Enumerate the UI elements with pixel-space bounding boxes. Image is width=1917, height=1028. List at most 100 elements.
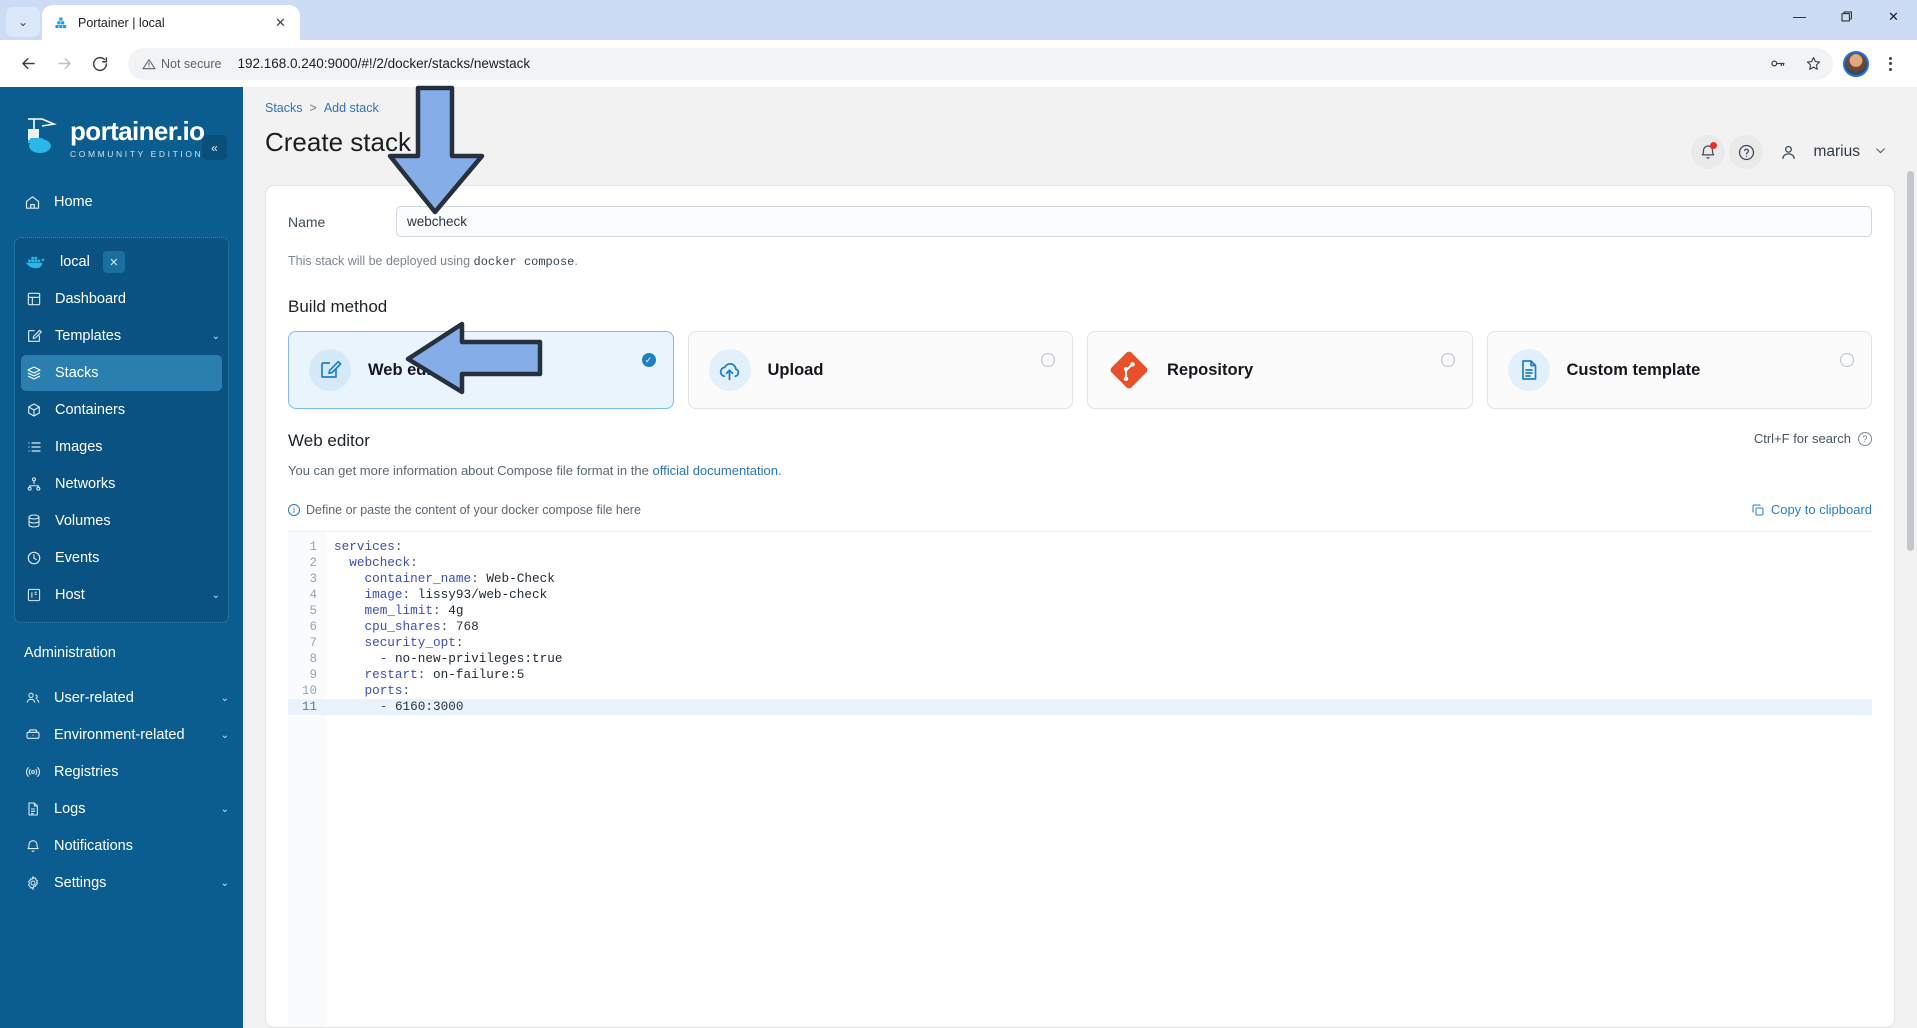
portainer-app: portainer.io COMMUNITY EDITION « Home lo… xyxy=(0,87,1917,1028)
chevron-down-icon[interactable]: ⌄ xyxy=(221,878,229,889)
sidebar-item-environment-related[interactable]: Environment-related ⌄ xyxy=(0,717,243,753)
chevron-down-icon[interactable]: ⌄ xyxy=(212,331,220,342)
security-status[interactable]: Not secure xyxy=(142,57,221,71)
browser-window: ⌄ Portainer | local ✕ — ✕ Not secure 192… xyxy=(0,0,1917,1028)
sidebar-item-label: Registries xyxy=(54,764,119,780)
breadcrumb-parent[interactable]: Stacks xyxy=(265,101,303,115)
build-method-radio[interactable] xyxy=(1041,353,1055,367)
code-line: image: lissy93/web-check xyxy=(364,587,548,602)
sidebar-item-label: Events xyxy=(55,550,100,566)
sidebar-item-dashboard[interactable]: Dashboard xyxy=(15,281,228,317)
code-line: container_name: Web-Check xyxy=(364,571,555,586)
browser-menu-icon[interactable] xyxy=(1875,49,1905,79)
window-close-icon[interactable]: ✕ xyxy=(1870,0,1917,33)
copy-to-clipboard-button[interactable]: Copy to clipboard xyxy=(1751,502,1872,517)
browser-tab[interactable]: Portainer | local ✕ xyxy=(42,5,300,40)
sidebar-item-label: Containers xyxy=(55,402,126,418)
code-editor[interactable]: 1 2 3 4 5 6 7 8 9 10 11 services: webche… xyxy=(288,531,1872,1027)
admin-section-title: Administration xyxy=(24,645,116,661)
line-number: 5 xyxy=(309,604,317,618)
cloud-upload-icon xyxy=(708,349,751,391)
sidebar-item-label: Dashboard xyxy=(55,291,126,307)
sidebar-item-images[interactable]: Images xyxy=(15,429,228,465)
refresh-icon[interactable] xyxy=(421,134,438,151)
sidebar-item-templates[interactable]: Templates ⌄ xyxy=(15,318,228,354)
sidebar-item-events[interactable]: Events xyxy=(15,540,228,576)
sidebar-item-host[interactable]: Host ⌄ xyxy=(15,577,228,613)
environment-close-icon[interactable]: ✕ xyxy=(102,251,125,273)
code-lines[interactable]: services: webcheck: container_name: Web-… xyxy=(326,532,1872,1027)
pencil-square-icon xyxy=(309,349,351,391)
back-icon[interactable] xyxy=(12,48,44,80)
code-line: security_opt: xyxy=(364,635,464,650)
profile-avatar[interactable] xyxy=(1843,50,1869,77)
sidebar-item-registries[interactable]: Registries xyxy=(0,754,243,790)
code-line: - no-new-privileges:true xyxy=(379,651,563,666)
web-editor-description: You can get more information about Compo… xyxy=(288,463,1872,478)
content-scrollbar[interactable] xyxy=(1907,171,1914,551)
notification-bell-icon[interactable] xyxy=(1691,135,1726,169)
build-method-radio-selected[interactable]: ✓ xyxy=(641,353,656,367)
question-icon[interactable]: ? xyxy=(1858,431,1872,446)
minimize-icon[interactable]: — xyxy=(1776,0,1823,33)
code-line: restart: on-failure:5 xyxy=(364,667,525,682)
environment-header[interactable]: local ✕ xyxy=(15,244,228,280)
sidebar-collapse-button[interactable]: « xyxy=(202,135,227,160)
volumes-icon xyxy=(25,513,42,530)
sidebar-item-label: Logs xyxy=(54,801,86,817)
forward-icon[interactable] xyxy=(48,48,80,80)
line-number: 4 xyxy=(309,588,317,602)
help-icon[interactable] xyxy=(1729,135,1764,169)
git-icon xyxy=(1108,349,1150,391)
user-menu[interactable]: marius xyxy=(1767,135,1895,169)
chevron-down-icon[interactable] xyxy=(1874,144,1887,160)
close-icon[interactable]: ✕ xyxy=(271,13,290,32)
sidebar-item-home[interactable]: Home xyxy=(0,184,243,220)
sidebar-item-containers[interactable]: Containers xyxy=(15,392,228,428)
build-method-title: Build method xyxy=(288,297,388,316)
home-icon xyxy=(24,194,41,211)
sidebar-item-user-related[interactable]: User-related ⌄ xyxy=(0,680,243,716)
bookmark-star-icon[interactable] xyxy=(1799,50,1827,78)
url-text[interactable]: 192.168.0.240:9000/#!/2/docker/stacks/ne… xyxy=(229,56,1755,71)
build-method-radio[interactable] xyxy=(1440,353,1455,367)
sidebar-item-volumes[interactable]: Volumes xyxy=(15,503,228,539)
tab-search-chevron-icon[interactable]: ⌄ xyxy=(6,7,40,37)
browser-tab-title: Portainer | local xyxy=(78,15,165,30)
description-prefix: You can get more information about Compo… xyxy=(288,463,649,478)
build-method-radio[interactable] xyxy=(1840,353,1854,367)
stacks-icon xyxy=(25,365,42,382)
networks-icon xyxy=(25,476,42,493)
sidebar-item-stacks[interactable]: Stacks xyxy=(21,355,222,391)
sidebar-item-settings[interactable]: Settings ⌄ xyxy=(0,865,243,901)
stack-name-input[interactable] xyxy=(396,206,1872,237)
reload-icon[interactable] xyxy=(84,48,116,80)
sidebar-item-label: Networks xyxy=(55,476,116,492)
sidebar-item-logs[interactable]: Logs ⌄ xyxy=(0,791,243,827)
brand-subtitle: COMMUNITY EDITION xyxy=(70,149,204,159)
chevron-down-icon[interactable]: ⌄ xyxy=(221,804,229,815)
build-method-options: Web editor ✓ Upload Repository Custom te… xyxy=(288,331,1872,409)
breadcrumb: Stacks > Add stack xyxy=(265,101,1691,115)
maximize-icon[interactable] xyxy=(1823,0,1870,33)
breadcrumb-separator: > xyxy=(309,101,317,115)
official-documentation-link[interactable]: official documentation xyxy=(652,463,778,478)
line-number-gutter: 1 2 3 4 5 6 7 8 9 10 11 xyxy=(288,532,326,1027)
build-method-custom-template[interactable]: Custom template xyxy=(1486,331,1872,409)
chevron-down-icon[interactable]: ⌄ xyxy=(221,730,229,741)
line-number: 2 xyxy=(309,556,317,570)
line-number-active: 11 xyxy=(288,699,326,715)
build-method-upload[interactable]: Upload xyxy=(687,331,1073,409)
line-number: 10 xyxy=(301,684,317,698)
build-method-web-editor[interactable]: Web editor ✓ xyxy=(288,331,674,409)
address-bar[interactable]: Not secure 192.168.0.240:9000/#!/2/docke… xyxy=(128,47,1833,80)
line-number: 8 xyxy=(309,652,317,666)
user-icon xyxy=(1771,135,1805,169)
sidebar-item-networks[interactable]: Networks xyxy=(15,466,228,502)
chevron-down-icon[interactable]: ⌄ xyxy=(212,590,220,601)
sidebar-item-label: Stacks xyxy=(55,365,99,381)
chevron-down-icon[interactable]: ⌄ xyxy=(221,693,229,704)
build-method-repository[interactable]: Repository xyxy=(1087,331,1473,409)
password-key-icon[interactable] xyxy=(1763,50,1791,78)
sidebar-item-notifications[interactable]: Notifications xyxy=(0,828,243,864)
